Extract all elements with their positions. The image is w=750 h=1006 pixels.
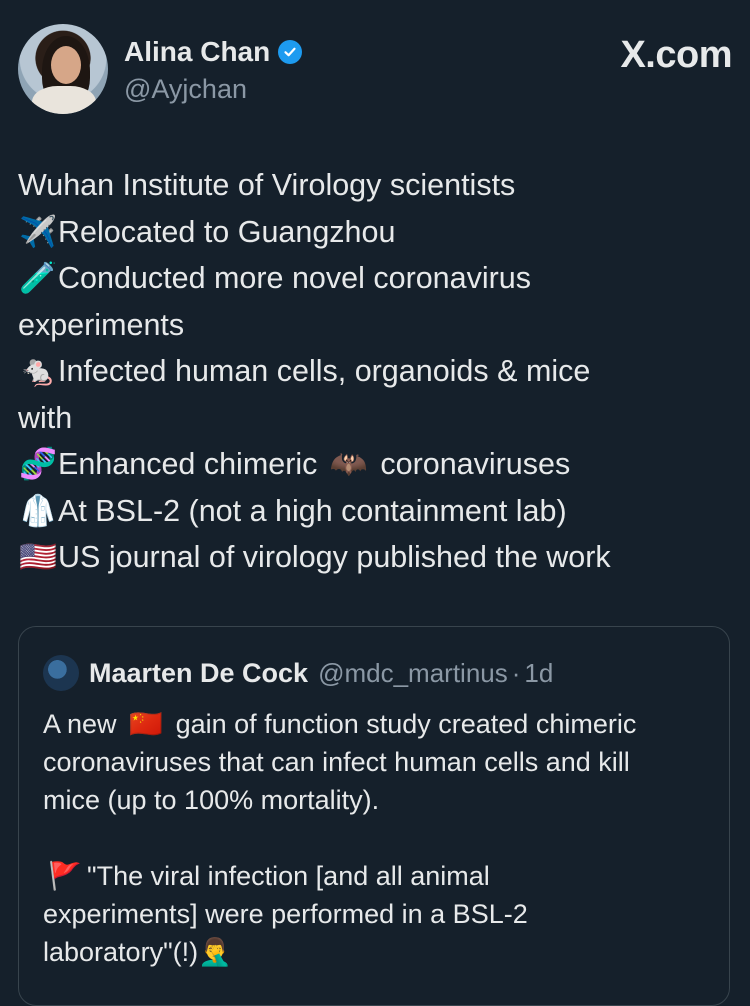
author-name-row: Alina Chan	[124, 36, 303, 68]
quoted-timestamp[interactable]: 1d	[524, 658, 553, 689]
verified-badge-icon	[278, 40, 303, 64]
tweet-line: 🐁Infected human cells, organoids & mice	[18, 348, 730, 395]
tweet-line: experiments	[18, 307, 185, 342]
quoted-tweet[interactable]: Maarten De Cock @mdc_martinus · 1d A new…	[18, 626, 730, 1006]
quoted-author-avatar[interactable]	[43, 655, 79, 691]
quoted-tweet-text: A new 🇨🇳 gain of function study created …	[43, 705, 713, 971]
tweet-line: Wuhan Institute of Virology scientists	[18, 168, 516, 202]
quoted-line: laboratory"(!)🤦‍♂️	[43, 937, 232, 967]
author-handle[interactable]: @Ayjchan	[124, 74, 247, 105]
quoted-author-handle[interactable]: @mdc_martinus	[318, 658, 508, 689]
quoted-tweet-header: Maarten De Cock @mdc_martinus · 1d	[43, 655, 553, 691]
author-avatar[interactable]	[18, 24, 108, 114]
x-logo-icon: X.com	[620, 34, 732, 76]
quoted-line: mice (up to 100% mortality).	[43, 785, 380, 815]
quoted-line: experiments] were performed in a BSL-2	[43, 899, 528, 929]
tweet-line: with	[18, 400, 73, 435]
facepalm-icon: 🤦‍♂️	[198, 937, 232, 967]
us-flag-icon: 🇺🇸	[19, 540, 57, 574]
tweet-text: Wuhan Institute of Virology scientists ✈…	[18, 162, 730, 581]
airplane-icon: ✈️	[19, 214, 57, 249]
quoted-line: A new 🇨🇳 gain of function study created …	[43, 705, 713, 743]
quoted-line: 🚩 "The viral infection [and all animal	[43, 857, 713, 895]
quoted-author-name[interactable]: Maarten De Cock	[89, 658, 308, 689]
tweet-line: 🥼At BSL-2 (not a high containment lab)	[18, 488, 730, 535]
bat-icon: 🦇	[329, 447, 368, 481]
tweet-line: 🇺🇸US journal of virology published the w…	[18, 534, 730, 581]
china-flag-icon: 🇨🇳	[129, 709, 163, 739]
tweet-header: Alina Chan @Ayjchan X.com	[18, 24, 732, 116]
tweet-line: ✈️Relocated to Guangzhou	[18, 209, 730, 256]
author-name[interactable]: Alina Chan	[124, 36, 270, 68]
mouse-icon: 🐁	[19, 354, 57, 388]
test-tube-icon: 🧪	[19, 261, 57, 295]
dna-icon: 🧬	[19, 447, 57, 481]
quoted-line: coronaviruses that can infect human cell…	[43, 747, 630, 777]
tweet-line: 🧬Enhanced chimeric 🦇 coronaviruses	[18, 441, 730, 488]
red-flag-icon: 🚩	[48, 861, 82, 891]
tweet-line: 🧪Conducted more novel coronavirus	[18, 255, 730, 302]
dot-separator: ·	[511, 657, 521, 688]
lab-coat-icon: 🥼	[19, 493, 57, 528]
